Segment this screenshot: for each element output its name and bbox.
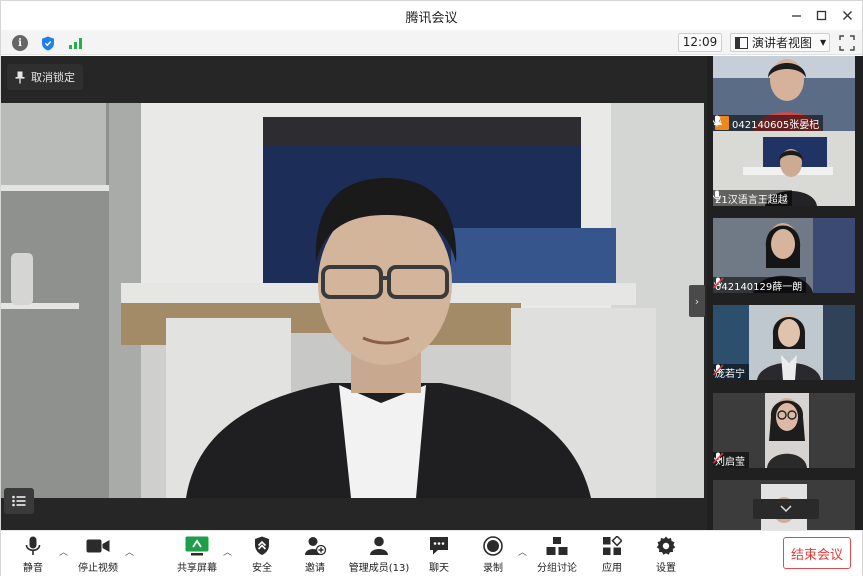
gear-icon xyxy=(656,536,676,555)
minimize-button[interactable] xyxy=(784,5,808,25)
shield-icon[interactable] xyxy=(40,35,56,51)
invite-user-icon xyxy=(305,537,326,556)
chat-label: 聊天 xyxy=(429,563,449,574)
participant-gallery: 042140605张晏杞 21汉语言王超越 042140129薛一朗 庞若宁 刘… xyxy=(707,56,863,530)
manage-members-button[interactable]: 管理成员(13) xyxy=(347,535,411,574)
apps-icon xyxy=(603,536,622,555)
meeting-toolbar: 静音 ︿ 停止视频 ︿ 共享屏幕 ︿ 安全 邀请 管理成员(13) 聊天 录制 … xyxy=(1,530,862,576)
fullscreen-icon xyxy=(839,35,855,51)
title-bar: 腾讯会议 xyxy=(1,1,862,30)
share-screen-icon xyxy=(185,536,209,556)
maximize-icon xyxy=(816,10,826,20)
pin-icon xyxy=(15,71,25,83)
view-mode-dropdown[interactable]: 演讲者视图 ▼ xyxy=(730,33,830,52)
participant-nametag: 21汉语言王超越 xyxy=(713,190,792,206)
settings-button[interactable]: 设置 xyxy=(636,535,696,574)
breakout-rooms-label: 分组讨论 xyxy=(537,563,577,574)
microphone-icon xyxy=(713,190,721,202)
record-options-chevron-icon[interactable]: ︿ xyxy=(518,545,527,558)
share-screen-button[interactable]: 共享屏幕 xyxy=(167,535,227,574)
apps-label: 应用 xyxy=(602,563,622,574)
end-meeting-button[interactable]: 结束会议 xyxy=(783,537,851,569)
participant-name: 042140129薛一朗 xyxy=(715,281,803,293)
apps-button[interactable]: 应用 xyxy=(582,535,642,574)
participant-tile[interactable]: 刘启莹 xyxy=(713,393,855,468)
video-options-chevron-icon[interactable]: ︿ xyxy=(125,545,134,558)
participant-nametag: 刘启莹 xyxy=(713,452,749,468)
participant-nametag: 庞若宁 xyxy=(713,364,749,380)
stop-video-label: 停止视频 xyxy=(78,563,118,574)
speaker-view-icon xyxy=(735,36,748,49)
security-button[interactable]: 安全 xyxy=(232,535,292,574)
participant-tile[interactable]: 042140129薛一朗 xyxy=(713,218,855,293)
participant-name: 042140605张晏杞 xyxy=(732,119,820,131)
mute-button[interactable]: 静音 xyxy=(3,535,63,574)
close-icon xyxy=(842,10,852,20)
settings-label: 设置 xyxy=(656,563,676,574)
security-label: 安全 xyxy=(252,563,272,574)
participant-name: 21汉语言王超越 xyxy=(715,194,788,206)
status-bar: i 12:09 演讲者视图 ▼ xyxy=(1,30,862,55)
participant-tile[interactable]: 庞若宁 xyxy=(713,305,855,380)
participant-list-toggle[interactable] xyxy=(4,488,34,514)
participant-nametag: 042140129薛一朗 xyxy=(713,277,807,293)
microphone-muted-icon xyxy=(713,277,724,289)
record-icon xyxy=(483,536,503,556)
microphone-icon xyxy=(713,115,721,127)
microphone-icon xyxy=(25,536,41,555)
unpin-label: 取消锁定 xyxy=(31,71,75,84)
breakout-rooms-button[interactable]: 分组讨论 xyxy=(527,535,587,574)
unpin-button[interactable]: 取消锁定 xyxy=(7,64,83,90)
chevron-right-icon: › xyxy=(694,294,700,308)
camera-icon xyxy=(86,539,110,553)
participant-nametag: 042140605张晏杞 xyxy=(713,115,824,131)
share-screen-label: 共享屏幕 xyxy=(177,563,217,574)
participant-tile[interactable]: 042140605张晏杞 xyxy=(713,56,855,131)
share-options-chevron-icon[interactable]: ︿ xyxy=(223,545,232,558)
invite-label: 邀请 xyxy=(305,563,325,574)
mute-label: 静音 xyxy=(23,563,43,574)
chevron-down-icon xyxy=(780,505,792,513)
main-stage: 取消锁定 › xyxy=(1,56,707,530)
info-icon[interactable]: i xyxy=(12,35,28,51)
meeting-clock: 12:09 xyxy=(678,33,722,52)
microphone-muted-icon xyxy=(713,364,724,376)
view-mode-label: 演讲者视图 xyxy=(752,36,813,50)
stop-video-button[interactable]: 停止视频 xyxy=(68,535,128,574)
collapse-sidebar-button[interactable]: › xyxy=(689,285,705,317)
participant-tile[interactable]: 21汉语言王超越 xyxy=(713,131,855,206)
shield-icon xyxy=(255,536,269,555)
chat-button[interactable]: 聊天 xyxy=(409,535,469,574)
window-title: 腾讯会议 xyxy=(405,11,458,26)
chat-icon xyxy=(430,537,448,555)
signal-icon[interactable] xyxy=(68,35,84,51)
close-button[interactable] xyxy=(835,5,859,25)
fullscreen-button[interactable] xyxy=(839,35,855,51)
microphone-muted-icon xyxy=(713,452,724,464)
manage-members-label: 管理成员(13) xyxy=(348,563,410,574)
breakout-rooms-icon xyxy=(546,537,568,555)
chevron-down-icon: ▼ xyxy=(820,38,827,47)
audio-options-chevron-icon[interactable]: ︿ xyxy=(59,545,68,558)
meeting-window: 腾讯会议 i 12:09 演讲者视图 ▼ 取消锁定 › 042140605张晏杞… xyxy=(0,0,863,576)
record-label: 录制 xyxy=(483,563,503,574)
invite-button[interactable]: 邀请 xyxy=(285,535,345,574)
scroll-gallery-down-button[interactable] xyxy=(753,499,819,519)
members-icon xyxy=(370,536,388,555)
minimize-icon xyxy=(791,14,801,17)
record-button[interactable]: 录制 xyxy=(463,535,523,574)
speaker-video xyxy=(1,103,704,498)
list-icon xyxy=(12,495,26,507)
maximize-button[interactable] xyxy=(809,5,833,25)
